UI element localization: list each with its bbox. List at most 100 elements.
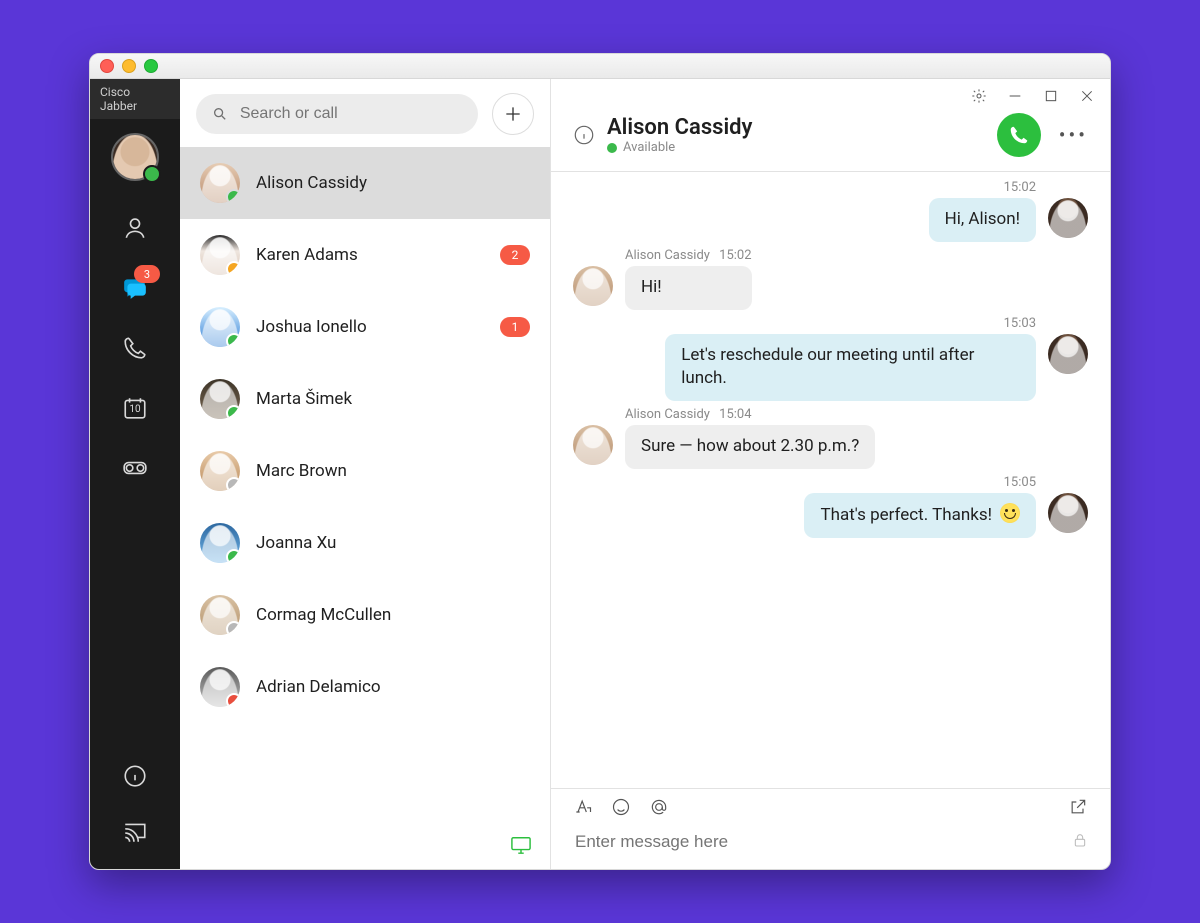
mac-titlebar (90, 54, 1110, 79)
app-window: Cisco Jabber 3 10 (89, 53, 1111, 870)
app-body: Cisco Jabber 3 10 (90, 79, 1110, 869)
phone-icon (1008, 124, 1030, 146)
contact-avatar (200, 595, 240, 635)
message-sender: Alison Cassidy (625, 407, 710, 422)
message-meta: 15:02 (998, 180, 1036, 195)
message-meta: Alison Cassidy 15:02 (625, 248, 752, 263)
message-input[interactable] (573, 831, 1072, 853)
message-row: Alison Cassidy 15:04 Sure — how about 2.3… (573, 407, 1088, 469)
contact-row[interactable]: Joshua Ionello 1 (180, 291, 550, 363)
settings-icon[interactable] (970, 87, 988, 105)
message-row: 15:05 That's perfect. Thanks! (573, 475, 1088, 538)
info-nav-icon[interactable] (120, 761, 150, 791)
message-row: Alison Cassidy 15:02 Hi! (573, 248, 1088, 310)
call-button[interactable] (997, 113, 1041, 157)
contact-row[interactable]: Joanna Xu (180, 507, 550, 579)
message-bubble: Hi, Alison! (929, 198, 1036, 242)
contact-avatar (200, 523, 240, 563)
message-avatar (573, 266, 613, 306)
presence-dot-icon (226, 621, 240, 635)
message-meta: Alison Cassidy 15:04 (625, 407, 875, 422)
contact-row[interactable]: Marc Brown (180, 435, 550, 507)
emoji-icon[interactable] (611, 797, 631, 821)
message-time: 15:03 (1004, 316, 1036, 331)
presence-dot-icon (226, 333, 240, 347)
contact-avatar (200, 307, 240, 347)
message-avatar (1048, 198, 1088, 238)
message-row: 15:02 Hi, Alison! (573, 180, 1088, 242)
contact-name: Joshua Ionello (256, 317, 367, 337)
message-time: 15:05 (1004, 475, 1036, 490)
close-traffic-light[interactable] (100, 59, 114, 73)
smile-emoji-icon (1000, 503, 1020, 523)
chat-title: Alison Cassidy (607, 115, 752, 140)
contact-list-panel: Alison Cassidy Karen Adams 2 Joshua Ionello… (180, 79, 551, 869)
maximize-icon[interactable] (1042, 87, 1060, 105)
contact-avatar (200, 379, 240, 419)
voicemail-nav-icon[interactable] (120, 453, 150, 483)
chat-panel: Alison Cassidy Available ••• 15:02 Hi, Al… (551, 79, 1110, 869)
contact-name: Joanna Xu (256, 533, 336, 553)
presence-dot-icon (226, 261, 240, 275)
chat-info-icon[interactable] (573, 124, 595, 146)
add-button[interactable] (492, 93, 534, 135)
lock-icon (1072, 831, 1088, 853)
plus-icon (503, 104, 523, 124)
chat-status: Available (607, 140, 752, 155)
message-bubble: Hi! (625, 266, 752, 310)
chat-nav-icon[interactable]: 3 (120, 273, 150, 303)
contact-row[interactable]: Marta Šimek (180, 363, 550, 435)
minimize-icon[interactable] (1006, 87, 1024, 105)
contact-avatar (200, 451, 240, 491)
contact-row[interactable]: Alison Cassidy (180, 147, 550, 219)
minimize-traffic-light[interactable] (122, 59, 136, 73)
message-time: 15:02 (719, 248, 751, 263)
contacts-nav-icon[interactable] (120, 213, 150, 243)
self-avatar[interactable] (111, 119, 159, 181)
contact-name: Alison Cassidy (256, 173, 367, 193)
composer (551, 788, 1110, 869)
presence-dot-icon (226, 189, 240, 203)
contact-name: Adrian Delamico (256, 677, 381, 697)
chat-badge: 3 (134, 265, 160, 283)
nav-rail: Cisco Jabber 3 10 (90, 79, 180, 869)
search-box[interactable] (196, 94, 478, 134)
message-time: 15:04 (719, 407, 751, 422)
message-sender: Alison Cassidy (625, 248, 710, 263)
unread-badge: 1 (500, 317, 530, 337)
search-icon (212, 105, 228, 123)
message-avatar (1048, 334, 1088, 374)
search-input[interactable] (238, 104, 462, 124)
message-bubble: Let's reschedule our meeting until after… (665, 334, 1036, 402)
calls-nav-icon[interactable] (120, 333, 150, 363)
cast-nav-icon[interactable] (120, 817, 150, 847)
more-menu[interactable]: ••• (1059, 123, 1088, 147)
contact-row[interactable]: Adrian Delamico (180, 651, 550, 723)
contact-row[interactable]: Karen Adams 2 (180, 219, 550, 291)
close-icon[interactable] (1078, 87, 1096, 105)
format-icon[interactable] (573, 797, 593, 821)
zoom-traffic-light[interactable] (144, 59, 158, 73)
presence-dot-icon (226, 549, 240, 563)
message-list[interactable]: 15:02 Hi, Alison! Alison Cassidy 15:02 Hi! 1… (551, 172, 1110, 788)
message-avatar (573, 425, 613, 465)
contact-avatar (200, 667, 240, 707)
message-bubble: That's perfect. Thanks! (804, 493, 1036, 538)
presence-dot-icon (607, 143, 617, 153)
popout-icon[interactable] (1068, 797, 1088, 821)
presence-dot-icon (226, 693, 240, 707)
message-time: 15:02 (1004, 180, 1036, 195)
chat-status-label: Available (623, 140, 675, 155)
contact-row[interactable]: Cormag McCullen (180, 579, 550, 651)
calendar-nav-icon[interactable]: 10 (120, 393, 150, 423)
device-icon[interactable] (510, 835, 532, 859)
calendar-day-label: 10 (129, 404, 140, 415)
contact-avatar (200, 163, 240, 203)
contact-name: Karen Adams (256, 245, 358, 265)
unread-badge: 2 (500, 245, 530, 265)
presence-dot-icon (226, 405, 240, 419)
message-bubble: Sure — how about 2.30 p.m.? (625, 425, 875, 469)
contact-name: Marta Šimek (256, 389, 352, 409)
mention-icon[interactable] (649, 797, 669, 821)
contact-avatar (200, 235, 240, 275)
